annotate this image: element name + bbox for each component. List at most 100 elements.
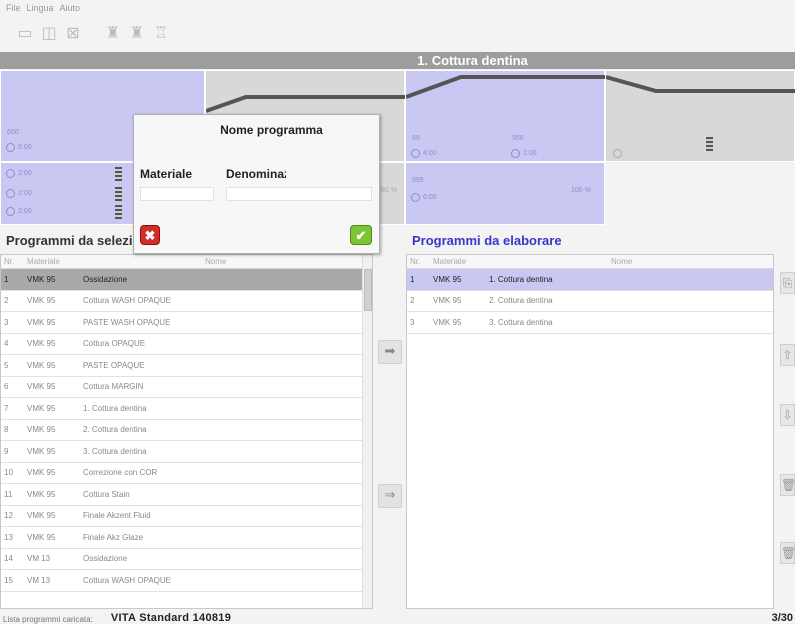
name-label: Denominazione [226,167,286,181]
move-all-button[interactable]: ⇒ [378,484,402,508]
material-input[interactable] [140,187,214,201]
cancel-button[interactable]: ✖ [140,225,160,245]
step-vacuum: 55 [412,135,420,142]
row-name: 1. Cottura dentina [83,403,147,413]
scrollbar-thumb[interactable] [364,269,372,311]
menu-file[interactable]: File [6,3,21,13]
col-materiale: Materiale [433,257,466,266]
row-nr: 2 [410,296,415,306]
row-material: VMK 95 [27,360,56,370]
row-material: VM 13 [27,575,51,585]
delete-all-button[interactable]: 🗑 [780,542,795,564]
step-cell-7[interactable]: 895 6:00 100 % [405,162,605,225]
row-nr: 3 [4,317,9,327]
furnace-icon[interactable]: ♖ [152,24,170,42]
row-material: VMK 95 [27,274,56,284]
table-row[interactable]: 4 VMK 95 Cottura OPAQUE [1,334,363,355]
row-nr: 11 [4,489,13,499]
menu-bar: File Lingua Aiuto [0,0,795,16]
menu-lingua[interactable]: Lingua [27,3,54,13]
step-cell-4[interactable] [605,70,795,162]
col-nr: Nr. [410,257,421,266]
row-material: VMK 95 [27,489,56,499]
name-input[interactable] [226,187,372,201]
program-select-table: Nr. Materiale Nome 1 VMK 95 Ossidazione 2 VM… [0,254,373,609]
row-nr: 3 [410,317,415,327]
table-row[interactable]: 8 VMK 95 2. Cottura dentina [1,420,363,441]
table-row[interactable]: 6 VMK 95 Cottura MARGIN [1,377,363,398]
table-row[interactable]: 5 VMK 95 PASTE OPAQUE [1,355,363,377]
confirm-button[interactable]: ✔ [350,225,372,245]
vacuum-percent: 80 % [381,187,397,194]
row-name: 3. Cottura dentina [489,317,553,327]
row-nr: 8 [4,425,9,435]
save-icon[interactable]: ◫ [40,24,58,42]
row-material: VMK 95 [27,296,56,306]
table-row[interactable]: 1 VMK 95 1. Cottura dentina [407,269,773,291]
row-name: 2. Cottura dentina [83,425,147,435]
move-up-button[interactable]: ⇧ [780,344,795,366]
table-row[interactable]: 2 VMK 95 2. Cottura dentina [407,291,773,312]
col-nome: Nome [205,257,227,266]
row-material: VM 13 [27,554,51,564]
row-name: 3. Cottura dentina [83,446,147,456]
table-row[interactable]: 7 VMK 95 1. Cottura dentina [1,398,363,420]
row-nr: 2 [4,296,9,306]
step-temp: 600 [7,129,19,136]
program-steps: 600 6:00 55 4:00 950 1:00 2:00 2:00 2:00 [0,70,795,228]
open-folder-icon[interactable]: ▭ [16,24,34,42]
row-material: VMK 95 [433,317,462,327]
step-time: 4:00 [423,150,437,157]
row-nr: 1 [4,274,9,284]
table-row[interactable]: 1 VMK 95 Ossidazione [1,269,363,291]
step-cell-3[interactable]: 55 4:00 950 1:00 [405,70,606,162]
table-row[interactable]: 10 VMK 95 Correzione con COR [1,463,363,484]
temperature-curve [606,75,795,93]
check-icon: ✔ [355,228,367,243]
copy-button[interactable]: ⎘ [780,272,795,294]
table-row[interactable]: 3 VMK 95 PASTE WASH OPAQUE [1,312,363,334]
status-label: Lista programmi caricata: [3,615,93,624]
col-nr: Nr. [4,257,15,266]
row-material: VMK 95 [433,296,462,306]
col-materiale: Materiale [27,257,60,266]
clock-icon [6,143,15,152]
row-name: PASTE OPAQUE [83,360,145,370]
program-title: 1. Cottura dentina [0,52,795,69]
scrollbar[interactable] [362,255,372,608]
row-material: VMK 95 [433,274,462,284]
row-name: Cottura WASH OPAQUE [83,296,172,306]
table-row[interactable]: 11 VMK 95 Cottura Stain [1,484,363,506]
move-one-button[interactable]: ➡ [378,340,402,364]
menu-aiuto[interactable]: Aiuto [60,3,81,13]
vacuum-percent: 100 % [571,187,591,194]
dialog-title: Nome programma [220,123,323,137]
table-row[interactable]: 15 VM 13 Cottura WASH OPAQUE [1,570,363,592]
table-row[interactable]: 12 VMK 95 Finale Akzent Fluid [1,506,363,527]
row-nr: 7 [4,403,9,413]
status-bar: Lista programmi caricata: VITA Standard … [0,612,795,624]
table-row[interactable]: 9 VMK 95 3. Cottura dentina [1,441,363,463]
delete-program-icon[interactable]: ⊠ [64,24,82,42]
program-name-dialog: Nome programma Materiale Denominazione ✖… [133,114,380,254]
row-name: Correzione con COR [83,468,158,478]
table-row[interactable]: 13 VMK 95 Finale Akz Glaze [1,527,363,549]
row-material: VMK 95 [27,382,56,392]
material-label: Materiale [140,167,193,181]
table-row[interactable]: 14 VM 13 Ossidazione [1,549,363,570]
table-row[interactable]: 3 VMK 95 3. Cottura dentina [407,312,773,334]
row-nr: 9 [4,446,9,456]
left-furnace-icon[interactable]: ♜ [104,24,122,42]
row-nr: 15 [4,575,13,585]
row-name: 2. Cottura dentina [489,296,553,306]
right-furnace-icon[interactable]: ♜ [128,24,146,42]
delete-button[interactable]: 🗑 [780,474,795,496]
clock-icon [6,189,15,198]
table-row[interactable]: 2 VMK 95 Cottura WASH OPAQUE [1,291,363,312]
row-name: Ossidazione [83,554,128,564]
vacuum-icon [115,187,122,201]
loaded-list-name: VITA Standard 140819 [110,612,232,624]
move-down-button[interactable]: ⇩ [780,404,795,426]
row-name: PASTE WASH OPAQUE [83,317,171,327]
row-material: VMK 95 [27,339,56,349]
